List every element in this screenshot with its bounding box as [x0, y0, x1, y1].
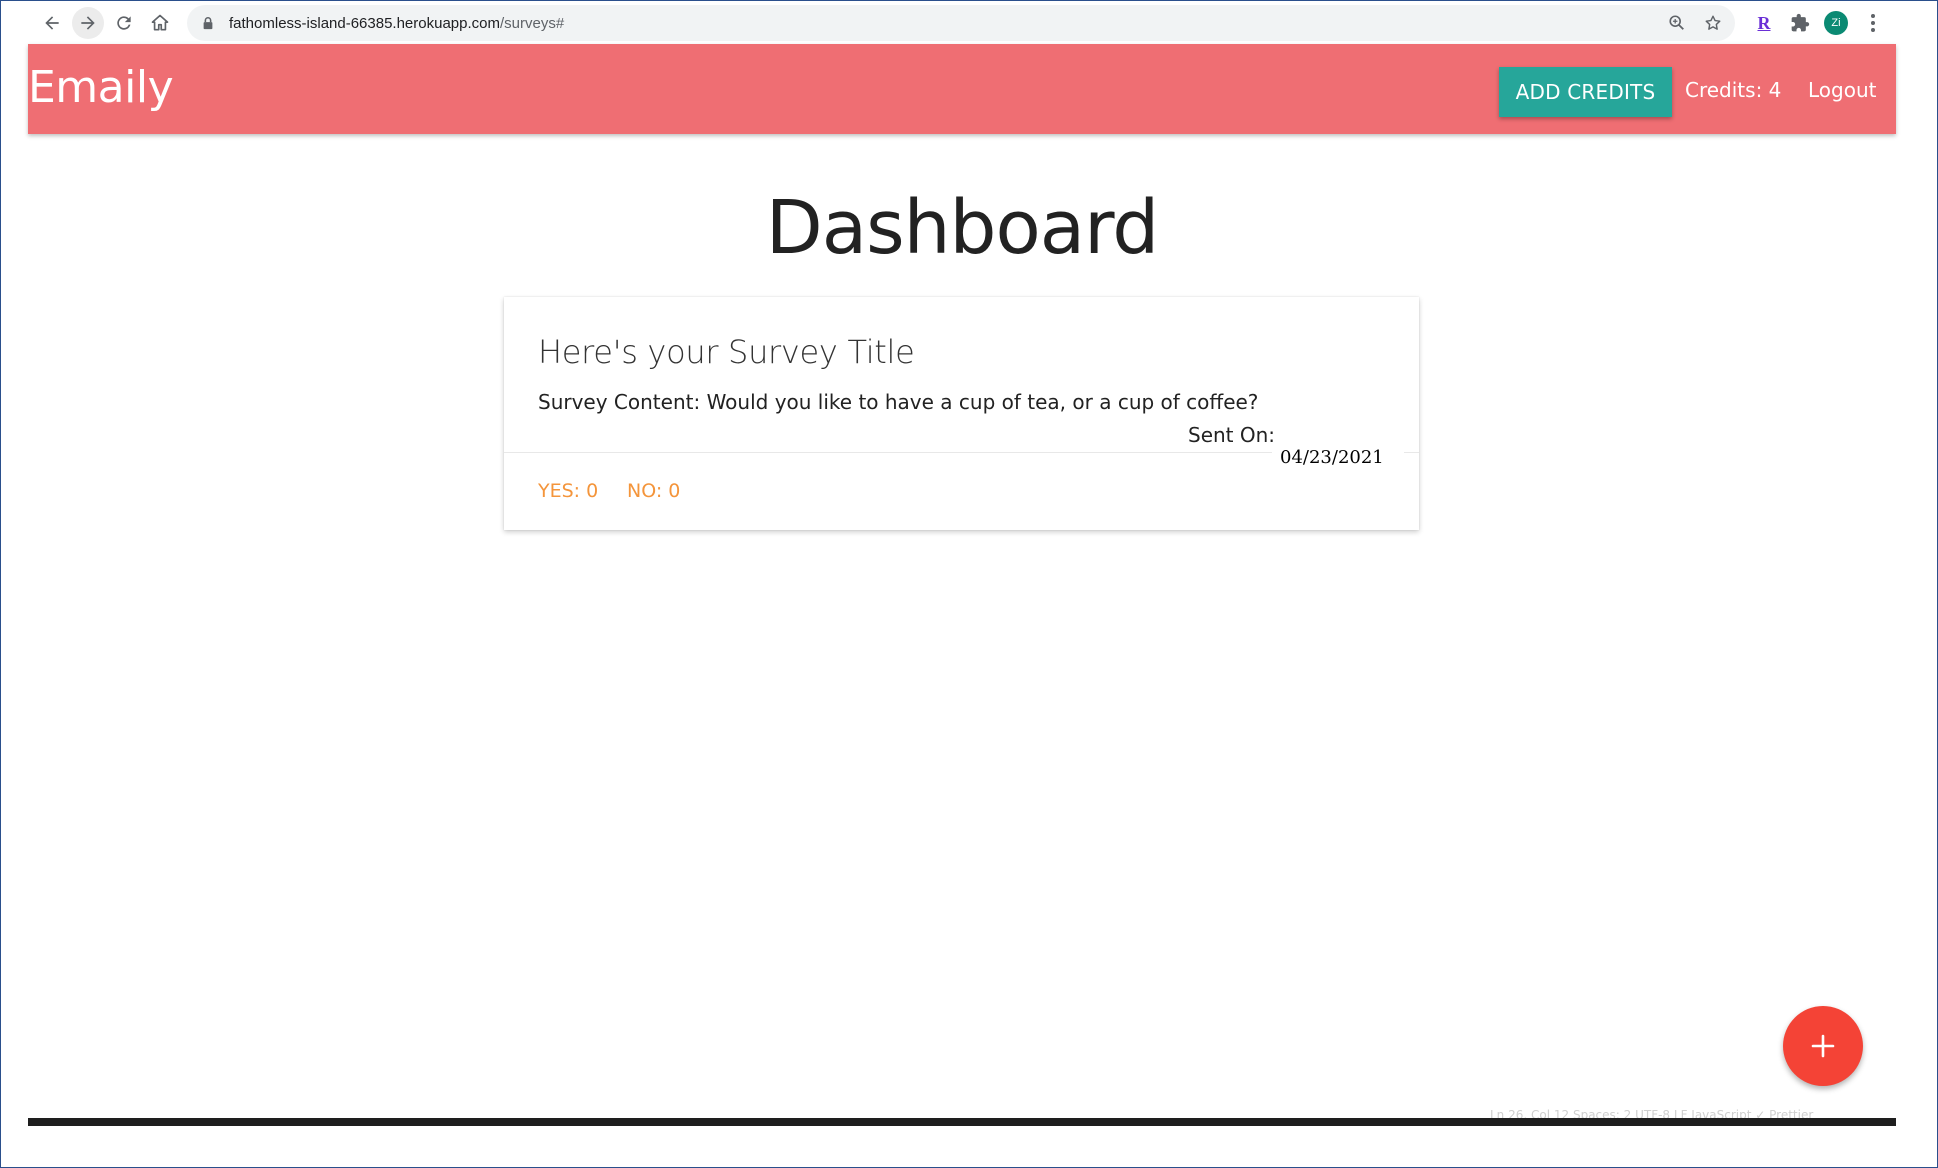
- credits-count: Credits: 4: [1685, 78, 1782, 102]
- add-survey-button[interactable]: [1783, 1006, 1863, 1086]
- no-count-link[interactable]: NO: 0: [627, 480, 680, 502]
- page-title: Dashboard: [765, 185, 1159, 271]
- app-navbar: Emaily ADD CREDITS Credits: 4 Logout: [28, 44, 1896, 134]
- card-divider: [1404, 452, 1419, 453]
- survey-title: Here's your Survey Title: [538, 333, 915, 371]
- forward-button[interactable]: [72, 7, 104, 39]
- profile-avatar[interactable]: Zi: [1824, 11, 1848, 35]
- card-divider: [504, 452, 1272, 453]
- bottom-bar: [28, 1118, 1896, 1126]
- sent-on-date: 04/23/2021: [1280, 447, 1384, 468]
- plus-icon: [1811, 1034, 1835, 1058]
- add-credits-button[interactable]: ADD CREDITS: [1499, 67, 1672, 117]
- arrow-right-icon: [81, 16, 95, 30]
- reload-button[interactable]: [108, 7, 140, 39]
- zoom-icon[interactable]: [1667, 13, 1687, 33]
- window-frame: [0, 0, 1938, 1168]
- lock-icon: [201, 15, 217, 31]
- url-text: fathomless-island-66385.herokuapp.com/su…: [229, 15, 564, 32]
- back-button[interactable]: [36, 7, 68, 39]
- browser-toolbar: fathomless-island-66385.herokuapp.com/su…: [1, 1, 1937, 44]
- url-path: /surveys#: [500, 14, 565, 32]
- home-icon: [151, 14, 169, 31]
- survey-content: Survey Content: Would you like to have a…: [538, 390, 1259, 414]
- address-bar[interactable]: fathomless-island-66385.herokuapp.com/su…: [187, 5, 1735, 41]
- reload-icon: [117, 16, 131, 30]
- bookmark-star-icon[interactable]: [1703, 13, 1723, 33]
- home-button[interactable]: [144, 7, 176, 39]
- arrow-left-icon: [45, 16, 59, 30]
- menu-kebab-icon[interactable]: [1865, 11, 1881, 35]
- puzzle-icon[interactable]: [1788, 11, 1812, 35]
- brand-logo-link[interactable]: Emaily: [28, 62, 174, 113]
- logout-link[interactable]: Logout: [1808, 78, 1876, 102]
- url-host: fathomless-island-66385.herokuapp.com: [229, 14, 500, 32]
- yes-count-link[interactable]: YES: 0: [538, 480, 598, 502]
- survey-card: Here's your Survey Title Survey Content:…: [504, 297, 1419, 530]
- extension-r-icon[interactable]: R: [1752, 11, 1776, 35]
- sent-on-label: Sent On:: [1188, 423, 1276, 447]
